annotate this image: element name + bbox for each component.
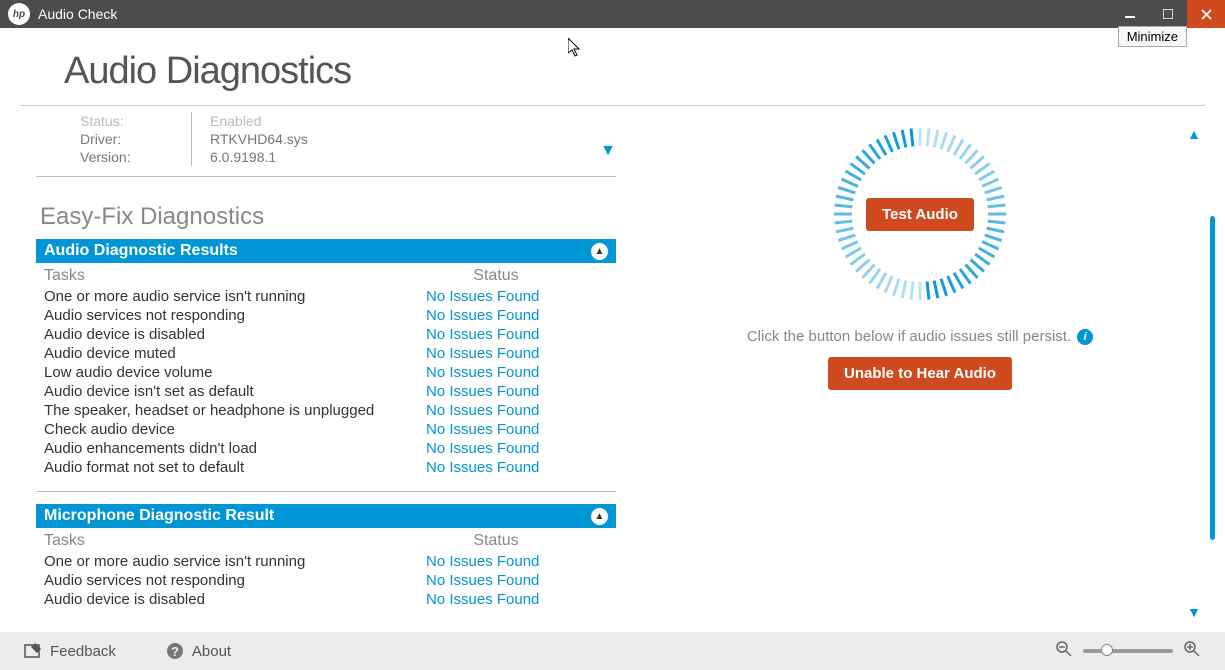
titlebar: hp Audio Check: [0, 0, 1225, 28]
unable-to-hear-button[interactable]: Unable to Hear Audio: [828, 357, 1012, 390]
task-label: Audio device muted: [36, 345, 396, 362]
scroll-down-icon[interactable]: ▼: [1187, 604, 1201, 620]
window-controls: [1111, 0, 1225, 28]
result-row: Audio device is disabledNo Issues Found: [36, 325, 616, 344]
version-value: 6.0.9198.1: [180, 149, 276, 165]
audio-rows: One or more audio service isn't runningN…: [36, 287, 616, 487]
mic-results-header[interactable]: Microphone Diagnostic Result ▲: [36, 504, 616, 528]
mic-columns: Tasks Status: [36, 528, 616, 552]
about-button[interactable]: ? About: [166, 642, 231, 660]
status-value: No Issues Found: [396, 591, 616, 608]
status-value: No Issues Found: [396, 288, 616, 305]
result-row: Audio enhancements didn't loadNo Issues …: [36, 439, 616, 458]
task-label: Audio device is disabled: [36, 591, 396, 608]
task-label: Low audio device volume: [36, 364, 396, 381]
chevron-up-icon[interactable]: ▲: [591, 508, 608, 525]
scrollbar[interactable]: [1210, 216, 1215, 540]
device-info-block: Status: Enabled Driver: RTKVHD64.sys Ver…: [36, 106, 616, 177]
feedback-icon: [24, 642, 42, 660]
maximize-button[interactable]: [1149, 0, 1187, 28]
feedback-button[interactable]: Feedback: [24, 642, 116, 660]
status-value: No Issues Found: [396, 307, 616, 324]
divider: [36, 491, 616, 492]
close-button[interactable]: [1187, 0, 1225, 28]
status-value: No Issues Found: [396, 553, 616, 570]
status-value: No Issues Found: [396, 364, 616, 381]
help-icon: ?: [166, 642, 184, 660]
easyfix-heading: Easy-Fix Diagnostics: [36, 177, 616, 239]
result-row: The speaker, headset or headphone is unp…: [36, 401, 616, 420]
result-row: Audio format not set to defaultNo Issues…: [36, 458, 616, 477]
minimize-tooltip: Minimize: [1118, 26, 1187, 47]
zoom-out-icon[interactable]: [1055, 640, 1073, 663]
mic-results-title: Microphone Diagnostic Result: [44, 507, 274, 525]
status-label: Status:: [80, 113, 180, 129]
audio-results-title: Audio Diagnostic Results: [44, 242, 238, 260]
window-title: Audio Check: [38, 6, 1111, 22]
page-header: Audio Diagnostics: [20, 28, 1205, 106]
help-message: Click the button below if audio issues s…: [747, 328, 1071, 345]
scroll-up-icon[interactable]: ▲: [1187, 126, 1201, 142]
status-value: Enabled: [180, 113, 261, 129]
column-status: Status: [376, 532, 616, 550]
result-row: Audio device isn't set as defaultNo Issu…: [36, 382, 616, 401]
driver-label: Driver:: [80, 131, 180, 147]
task-label: Audio device is disabled: [36, 326, 396, 343]
column-status: Status: [376, 267, 616, 285]
status-value: No Issues Found: [396, 383, 616, 400]
result-row: Audio device is disabledNo Issues Found: [36, 590, 616, 609]
footer: Feedback ? About: [0, 632, 1225, 670]
help-text: Click the button below if audio issues s…: [747, 328, 1093, 345]
audio-columns: Tasks Status: [36, 263, 616, 287]
info-icon[interactable]: i: [1077, 329, 1093, 345]
chevron-down-icon[interactable]: ▼: [600, 142, 616, 160]
task-label: Audio device isn't set as default: [36, 383, 396, 400]
minimize-button[interactable]: [1111, 0, 1149, 28]
task-label: Audio format not set to default: [36, 459, 396, 476]
hp-logo-icon: hp: [8, 3, 30, 25]
task-label: Audio enhancements didn't load: [36, 440, 396, 457]
result-row: Audio services not respondingNo Issues F…: [36, 571, 616, 590]
result-row: Audio device mutedNo Issues Found: [36, 344, 616, 363]
task-label: Audio services not responding: [36, 572, 396, 589]
status-value: No Issues Found: [396, 459, 616, 476]
status-value: No Issues Found: [396, 421, 616, 438]
result-row: Check audio deviceNo Issues Found: [36, 420, 616, 439]
status-value: No Issues Found: [396, 402, 616, 419]
zoom-thumb[interactable]: [1101, 644, 1113, 656]
feedback-label: Feedback: [50, 643, 116, 660]
chevron-up-icon[interactable]: ▲: [591, 243, 608, 260]
status-value: No Issues Found: [396, 440, 616, 457]
page-title: Audio Diagnostics: [64, 50, 1205, 93]
status-value: No Issues Found: [396, 572, 616, 589]
zoom-in-icon[interactable]: [1183, 640, 1201, 663]
task-label: The speaker, headset or headphone is unp…: [36, 402, 396, 419]
result-row: One or more audio service isn't runningN…: [36, 287, 616, 306]
test-audio-button[interactable]: Test Audio: [866, 198, 974, 231]
about-label: About: [192, 643, 231, 660]
column-tasks: Tasks: [36, 532, 376, 550]
driver-value: RTKVHD64.sys: [180, 131, 308, 147]
result-row: One or more audio service isn't runningN…: [36, 552, 616, 571]
status-value: No Issues Found: [396, 345, 616, 362]
task-label: One or more audio service isn't running: [36, 553, 396, 570]
version-label: Version:: [80, 149, 180, 165]
zoom-controls: [1055, 640, 1201, 663]
progress-spinner: Test Audio: [830, 124, 1010, 304]
status-value: No Issues Found: [396, 326, 616, 343]
result-row: Low audio device volumeNo Issues Found: [36, 363, 616, 382]
svg-text:?: ?: [171, 644, 179, 659]
audio-results-header[interactable]: Audio Diagnostic Results ▲: [36, 239, 616, 263]
zoom-slider[interactable]: [1083, 649, 1173, 653]
task-label: Check audio device: [36, 421, 396, 438]
mic-rows: One or more audio service isn't runningN…: [36, 552, 616, 619]
task-label: Audio services not responding: [36, 307, 396, 324]
task-label: One or more audio service isn't running: [36, 288, 396, 305]
column-tasks: Tasks: [36, 267, 376, 285]
result-row: Audio services not respondingNo Issues F…: [36, 306, 616, 325]
